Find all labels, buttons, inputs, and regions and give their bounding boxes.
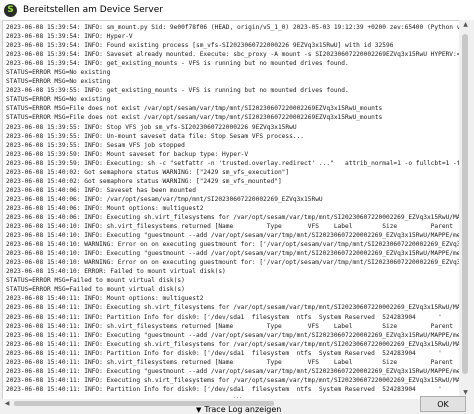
title-bar: S Bereitstellen am Device Server — [0, 0, 474, 20]
log-line: 2023-06-08 15:40:11: INFO: Partition Inf… — [6, 349, 442, 357]
log-line: 2023-06-08 15:40:11: INFO: Executing sh.… — [6, 376, 460, 384]
log-line: 2023-06-08 15:39:54: INFO: sm_mount.py S… — [6, 24, 460, 31]
log-lines: 2023-06-08 15:39:54: INFO: sm_mount.py S… — [3, 21, 459, 394]
log-line: STATUS=ERROR MSG=File does not exist /va… — [6, 114, 383, 122]
log-line: 2023-06-08 15:39:54: INFO: get_existing_… — [6, 60, 349, 68]
log-line: 2023-06-08 15:40:06: INFO: Executing sh.… — [6, 213, 460, 221]
log-line: 2023-06-08 15:40:11: INFO: Executing sh.… — [6, 304, 460, 312]
log-line: 2023-06-08 15:40:11: INFO: Executing "gu… — [6, 331, 460, 339]
log-line: STATUS=ERROR MSG=Failed to mount virtual… — [6, 277, 185, 285]
log-line: 2023-06-08 15:40:11: INFO: Mount options… — [6, 295, 204, 303]
log-line: STATUS=ERROR MSG=File does not exist /va… — [6, 105, 383, 113]
log-line: 2023-06-08 15:40:10: WARNING: Error on o… — [6, 241, 460, 249]
log-line: 2023-06-08 15:40:06: INFO: Mount options… — [6, 204, 204, 212]
log-line: 2023-06-08 15:39:55: INFO: get_existing_… — [6, 87, 349, 95]
log-line: 2023-06-08 15:40:11: INFO: Executing sh.… — [6, 340, 460, 348]
trace-log-toggle-label: Trace Log anzeigen — [204, 405, 282, 414]
log-line: 2023-06-08 15:40:11: INFO: sh.virt_files… — [6, 358, 454, 366]
ok-button[interactable]: OK — [420, 396, 466, 412]
window-title: Bereitstellen am Device Server — [23, 5, 163, 15]
log-line: 2023-06-08 15:40:02: Got semaphore statu… — [6, 177, 282, 185]
log-line: 2023-06-08 15:40:10: INFO: Executing "gu… — [6, 250, 460, 258]
scroll-up-icon[interactable]: ▲ — [459, 20, 472, 30]
log-line: STATUS=ERROR MSG=No existing — [6, 78, 111, 86]
log-line: 2023-06-08 15:39:55: INFO: Un-mount save… — [6, 132, 305, 140]
log-line: 2023-06-08 15:39:55: INFO: Stop VFS job … — [6, 123, 297, 131]
log-line: STATUS=ERROR MSG=No existing — [6, 69, 111, 77]
log-line: 2023-06-08 15:40:10: WARNING: Error on o… — [6, 259, 460, 267]
log-line: 2023-06-08 15:40:11: INFO: Partition Inf… — [6, 313, 442, 321]
log-line: STATUS=ERROR MSG=No existing — [6, 96, 111, 104]
log-line: STATUS=ERROR MSG=Failed to mount virtual… — [6, 286, 185, 294]
scroll-left-icon[interactable]: ◀ — [2, 399, 12, 408]
log-line: 2023-06-08 15:40:02: Got semaphore statu… — [6, 168, 290, 176]
log-line: 2023-06-08 15:39:59: INFO: Mount saveset… — [6, 150, 249, 158]
log-line: 2023-06-08 15:40:06: INFO: /var/opt/sesa… — [6, 195, 323, 203]
resize-grip[interactable]: ... — [233, 392, 243, 400]
app-icon: S — [4, 3, 17, 17]
vertical-scrollbar[interactable]: ▲ ▼ — [459, 20, 472, 398]
log-line: 2023-06-08 15:39:54: INFO: Saveset alrea… — [6, 51, 460, 59]
log-line: 2023-06-08 15:39:54: INFO: Found existin… — [6, 42, 394, 50]
log-line: 2023-06-08 15:40:06: INFO: Saveset has b… — [6, 186, 196, 194]
chevron-down-icon: ▼ — [196, 405, 202, 414]
log-line: 2023-06-08 15:39:55: INFO: Sesam VFS job… — [6, 141, 185, 149]
log-line: 2023-06-08 15:40:10: ERROR: Failed to mo… — [6, 268, 226, 276]
log-line: 2023-06-08 15:40:10: INFO: Executing "gu… — [6, 232, 460, 240]
trace-log-toggle[interactable]: ▼ Trace Log anzeigen — [196, 405, 281, 414]
log-line: 2023-06-08 15:39:54: INFO: Hyper-V — [6, 33, 133, 41]
log-line: 2023-06-08 15:40:10: INFO: sh.virt_files… — [6, 223, 454, 231]
log-line: 2023-06-08 15:39:59: INFO: Executing: sh… — [6, 159, 460, 167]
vertical-scroll-thumb[interactable] — [462, 34, 468, 374]
log-line: 2023-06-08 15:40:11: INFO: sh.virt_files… — [6, 322, 454, 330]
log-output-panel[interactable]: 2023-06-08 15:39:54: INFO: sm_mount.py S… — [2, 20, 460, 400]
log-line: 2023-06-08 15:40:11: INFO: Executing "gu… — [6, 367, 460, 375]
